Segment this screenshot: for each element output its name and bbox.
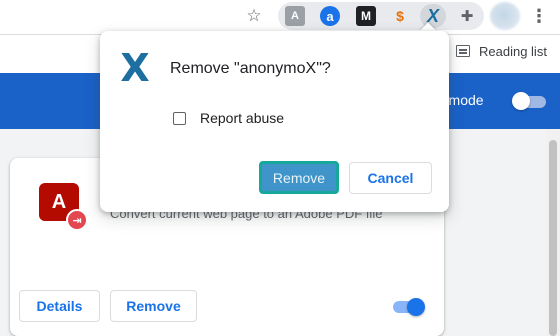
acrobat-badge-icon: ⇥	[66, 209, 88, 231]
extension-enable-toggle-knob[interactable]	[407, 298, 425, 316]
m-extension-icon[interactable]: M	[356, 6, 376, 26]
dialog-remove-button[interactable]: Remove	[259, 161, 339, 194]
report-abuse-label[interactable]: Report abuse	[200, 110, 284, 126]
menu-dots-icon[interactable]: ⋮	[530, 4, 548, 28]
avatar[interactable]	[490, 2, 520, 30]
anonymox-extension-icon[interactable]: X	[420, 4, 446, 28]
reading-list-icon	[456, 45, 470, 57]
dialog-title: Remove "anonymoX"?	[170, 60, 331, 77]
dialog-cancel-button[interactable]: Cancel	[349, 162, 432, 194]
a-extension-icon[interactable]: a	[320, 6, 340, 26]
reading-list-button[interactable]: Reading list	[456, 42, 547, 60]
report-abuse-checkbox[interactable]	[173, 112, 186, 125]
orange-extension-icon[interactable]: $	[390, 6, 410, 26]
pdf-extension-icon[interactable]: A	[285, 6, 305, 26]
star-icon[interactable]: ☆	[244, 6, 264, 26]
puzzle-icon[interactable]: ✚	[457, 6, 477, 26]
card-remove-button[interactable]: Remove	[110, 290, 197, 322]
developer-mode-toggle-knob[interactable]	[512, 92, 530, 110]
anonymox-logo-icon: X	[120, 46, 150, 90]
extensions-pinned-area	[278, 2, 484, 30]
reading-list-label: Reading list	[479, 43, 547, 59]
scrollbar-thumb[interactable]	[549, 140, 557, 336]
details-button[interactable]: Details	[19, 290, 100, 322]
